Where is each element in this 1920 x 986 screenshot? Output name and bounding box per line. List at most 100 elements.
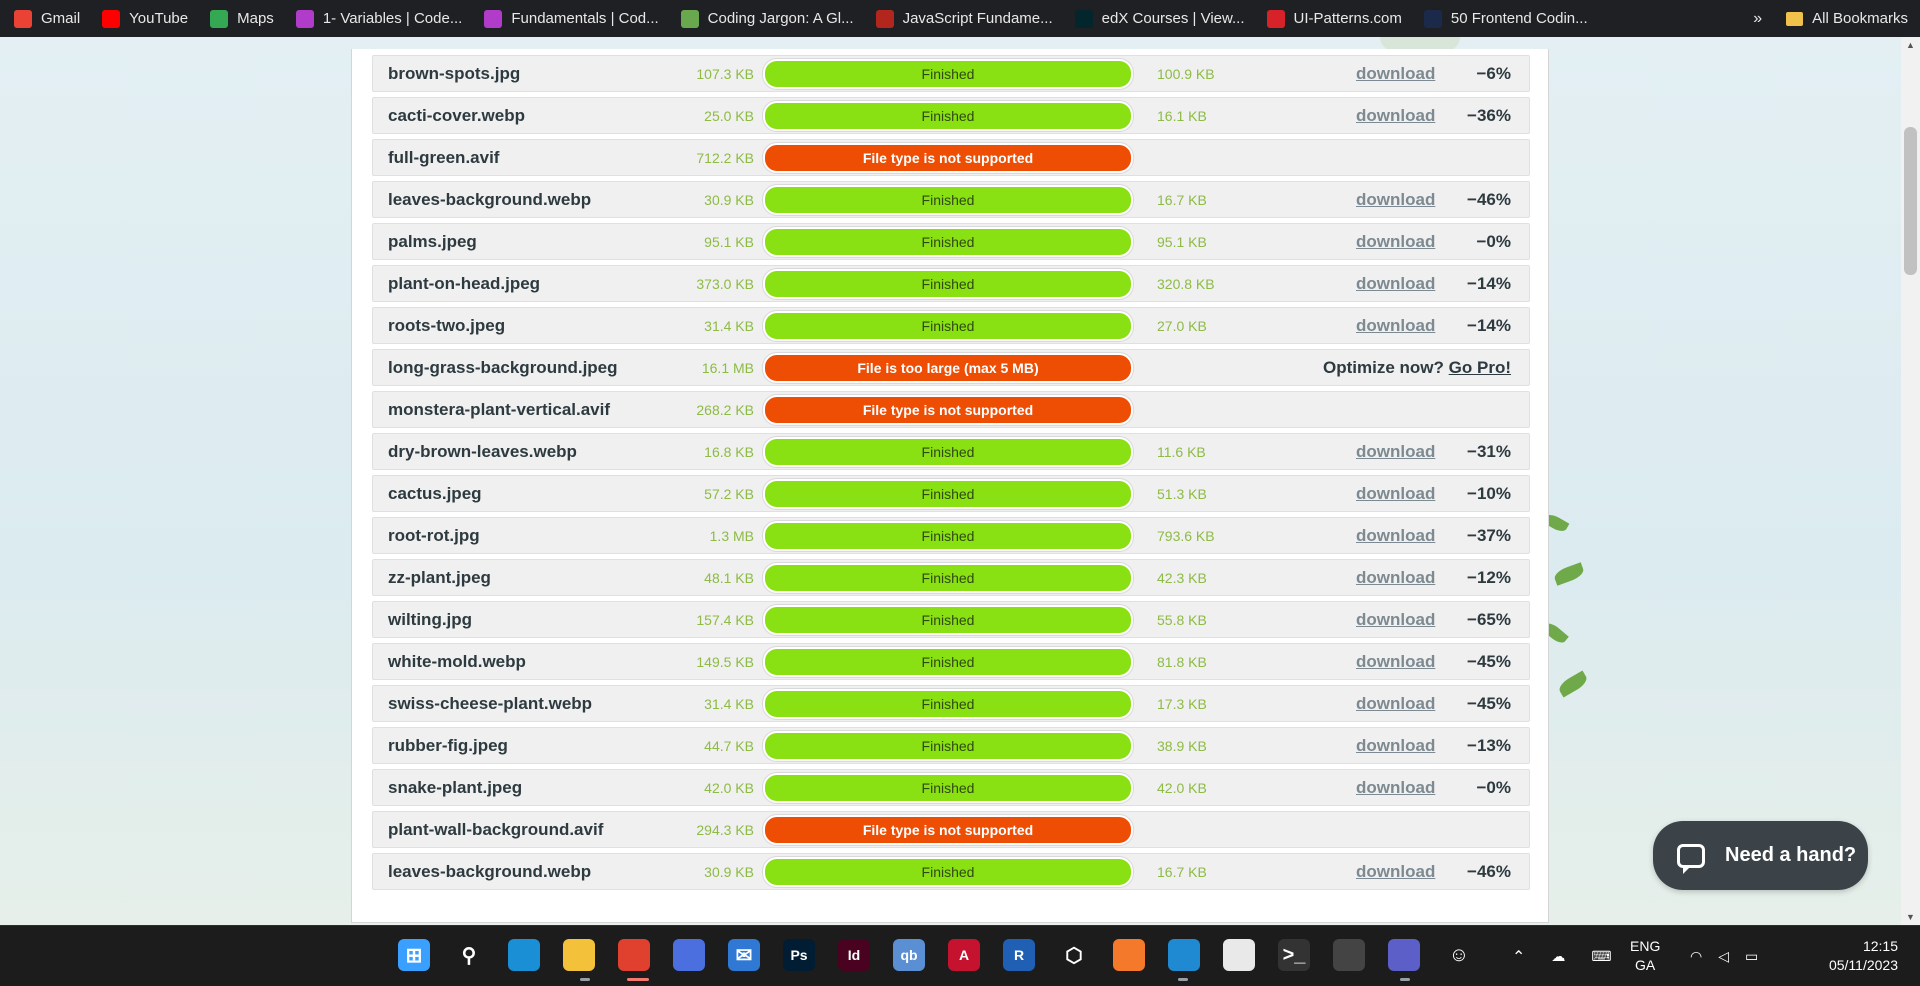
saving-percent: −13% — [1467, 736, 1511, 755]
chevron-up-icon[interactable]: ⌃ — [1512, 947, 1525, 967]
download-link[interactable]: download — [1356, 736, 1435, 756]
download-link[interactable]: download — [1356, 484, 1435, 504]
chat-bubble-icon — [1677, 843, 1705, 874]
original-size: 712.2 KB — [696, 150, 754, 166]
file-row: root-rot.jpg 1.3 MB Finished 793.6 KB downlo… — [372, 517, 1530, 554]
background-plant-decoration — [1540, 507, 1600, 757]
vscode-icon[interactable] — [1168, 939, 1200, 971]
bookmark-item[interactable]: Gmail — [14, 9, 81, 28]
mail-icon[interactable]: ✉ — [728, 939, 760, 971]
windows-taskbar: ⌃ ☁ ⌨ ENG GA ◠ ◁ ▭ 12:15 05/11/2023 ⊞ ⚲ ✉ P… — [0, 925, 1920, 986]
qbittorrent-icon[interactable]: qb — [893, 939, 925, 971]
edx-icon — [1074, 9, 1093, 28]
edge-icon[interactable] — [508, 939, 540, 971]
original-size: 30.9 KB — [704, 864, 754, 880]
3d-viewer-icon[interactable]: ⬡ — [1058, 939, 1090, 971]
error-status-bar: File type is not supported — [763, 395, 1133, 425]
bookmark-item[interactable]: UI-Patterns.com — [1266, 9, 1402, 28]
file-name: brown-spots.jpg — [388, 64, 521, 83]
windows-start-icon[interactable]: ⊞ — [398, 939, 430, 971]
download-link[interactable]: download — [1356, 106, 1435, 126]
chrome-icon[interactable] — [618, 939, 650, 971]
page-scrollbar[interactable]: ▲ ▼ — [1901, 37, 1920, 925]
error-status-bar: File type is not supported — [763, 815, 1133, 845]
nvidia-icon[interactable] — [1333, 939, 1365, 971]
battery-icon: ▭ — [1745, 948, 1759, 964]
help-chat-button[interactable]: Need a hand? — [1653, 821, 1868, 890]
progress-bar-finished: Finished — [763, 437, 1133, 467]
file-explorer-icon[interactable] — [563, 939, 595, 971]
bookmark-icon — [875, 9, 894, 28]
scrollbar-thumb[interactable] — [1904, 127, 1917, 275]
indesign-icon[interactable]: Id — [838, 939, 870, 971]
file-name: rubber-fig.jpeg — [388, 736, 508, 755]
codecademy-icon — [295, 9, 314, 28]
progress-bar-finished: Finished — [763, 857, 1133, 887]
download-link[interactable]: download — [1356, 568, 1435, 588]
bookmarks-right: » All Bookmarks — [1753, 0, 1908, 37]
file-row: full-green.avif 712.2 KB File type is not … — [372, 139, 1530, 176]
notepad-icon[interactable] — [1223, 939, 1255, 971]
download-link[interactable]: download — [1356, 652, 1435, 672]
download-link[interactable]: download — [1356, 232, 1435, 252]
compressed-size: 320.8 KB — [1157, 276, 1215, 292]
terminal-icon[interactable]: >_ — [1278, 939, 1310, 971]
bookmark-label: Gmail — [41, 10, 81, 27]
file-row: zz-plant.jpeg 48.1 KB Finished 42.3 KB downl… — [372, 559, 1530, 596]
compressed-size: 51.3 KB — [1157, 486, 1207, 502]
download-link[interactable]: download — [1356, 316, 1435, 336]
bookmark-item[interactable]: YouTube — [102, 9, 188, 28]
photoshop-icon[interactable]: Ps — [783, 939, 815, 971]
original-size: 30.9 KB — [704, 192, 754, 208]
all-bookmarks-button[interactable]: All Bookmarks — [1812, 10, 1908, 27]
download-link[interactable]: download — [1356, 526, 1435, 546]
emoji-icon[interactable]: ☺ — [1443, 939, 1475, 971]
onedrive-icon[interactable]: ☁ — [1551, 948, 1565, 965]
bookmarks-bar: Gmail YouTube Maps 1- Variables | Code... Fu… — [0, 0, 1920, 37]
download-link[interactable]: download — [1356, 190, 1435, 210]
compressed-size: 11.6 KB — [1157, 444, 1206, 460]
revit-icon[interactable]: R — [1003, 939, 1035, 971]
compressed-size: 42.0 KB — [1157, 780, 1207, 796]
running-app-indicator — [627, 978, 649, 981]
scroll-down-arrow-icon[interactable]: ▼ — [1901, 909, 1920, 925]
search-icon[interactable]: ⚲ — [453, 939, 485, 971]
original-size: 48.1 KB — [704, 570, 754, 586]
file-name: long-grass-background.jpeg — [388, 358, 618, 377]
autocad-icon[interactable]: A — [948, 939, 980, 971]
bookmarks-overflow-button[interactable]: » — [1753, 10, 1762, 28]
scroll-up-arrow-icon[interactable]: ▲ — [1901, 37, 1920, 53]
download-link[interactable]: download — [1356, 862, 1435, 882]
file-name: full-green.avif — [388, 148, 500, 167]
original-size: 16.1 MB — [701, 360, 754, 376]
download-link[interactable]: download — [1356, 778, 1435, 798]
bookmark-item[interactable]: JavaScript Fundame... — [875, 9, 1053, 28]
bookmark-item[interactable]: Maps — [210, 9, 274, 28]
keyboard-icon[interactable]: ⌨ — [1591, 948, 1611, 965]
bookmark-item[interactable]: Fundamentals | Cod... — [484, 9, 659, 28]
download-link[interactable]: download — [1356, 274, 1435, 294]
file-name: dry-brown-leaves.webp — [388, 442, 577, 461]
page-icon — [680, 9, 699, 28]
bookmark-item[interactable]: edX Courses | View... — [1074, 9, 1245, 28]
bookmark-label: 50 Frontend Codin... — [1450, 10, 1588, 27]
firefox-icon[interactable] — [1113, 939, 1145, 971]
go-pro-link[interactable]: Go Pro! — [1449, 358, 1511, 377]
bookmark-item[interactable]: 1- Variables | Code... — [295, 9, 462, 28]
download-link[interactable]: download — [1356, 694, 1435, 714]
wifi-icon: ◠ — [1690, 948, 1703, 964]
download-link[interactable]: download — [1356, 64, 1435, 84]
copilot-icon[interactable] — [673, 939, 705, 971]
teams-icon[interactable] — [1388, 939, 1420, 971]
download-link[interactable]: download — [1356, 610, 1435, 630]
file-row: cactus.jpeg 57.2 KB Finished 51.3 KB downloa… — [372, 475, 1530, 512]
bookmark-item[interactable]: 50 Frontend Codin... — [1423, 9, 1588, 28]
clock[interactable]: 12:15 05/11/2023 — [1788, 937, 1898, 975]
progress-bar-finished: Finished — [763, 563, 1133, 593]
language-indicator[interactable]: ENG GA — [1630, 937, 1660, 975]
bookmark-item[interactable]: Coding Jargon: A Gl... — [680, 9, 854, 28]
file-row: cacti-cover.webp 25.0 KB Finished 16.1 KB do… — [372, 97, 1530, 134]
download-link[interactable]: download — [1356, 442, 1435, 462]
file-row: plant-wall-background.avif 294.3 KB File t… — [372, 811, 1530, 848]
quick-settings[interactable]: ◠ ◁ ▭ — [1690, 926, 1758, 986]
